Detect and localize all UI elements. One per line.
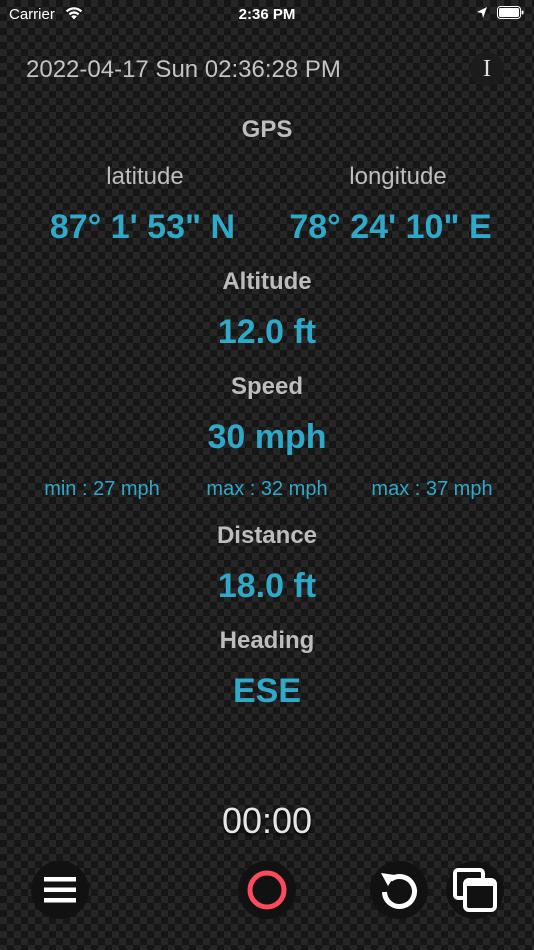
record-circle-icon [247, 870, 287, 910]
latitude-value: 87° 1' 53" N [49, 208, 236, 246]
distance-label: Distance [216, 522, 318, 549]
distance-value: 18.0 ft [217, 567, 317, 605]
battery-icon [497, 5, 525, 25]
current-datetime: 2022-04-17 Sun 02:36:28 PM [26, 56, 341, 83]
reset-arrow-icon [381, 873, 417, 909]
location-arrow-icon [476, 6, 488, 24]
menu-button[interactable] [31, 861, 89, 919]
elapsed-timer: 00:00 [221, 800, 313, 841]
longitude-label: longitude [349, 163, 447, 190]
info-button[interactable]: I [470, 52, 504, 86]
heading-value: ESE [232, 672, 302, 710]
reset-button[interactable] [370, 861, 428, 919]
status-bar: Carrier 2:36 PM [0, 0, 534, 30]
stacked-windows-icon [453, 868, 497, 912]
speed-label: Speed [230, 373, 304, 400]
gps-title: GPS [241, 116, 293, 143]
speed-value: 30 mph [207, 418, 327, 456]
heading-label: Heading [219, 627, 315, 654]
speed-min: min : 27 mph [44, 478, 160, 500]
hamburger-menu-icon [44, 877, 76, 903]
altitude-value: 12.0 ft [217, 313, 317, 351]
speed-max: max : 37 mph [371, 478, 493, 500]
status-time: 2:36 PM [238, 6, 296, 23]
copy-button[interactable] [446, 861, 504, 919]
altitude-label: Altitude [222, 268, 312, 295]
speed-avg: max : 32 mph [206, 478, 328, 500]
longitude-value: 78° 24' 10" E [289, 208, 492, 246]
latitude-label: latitude [106, 163, 184, 190]
record-button[interactable] [238, 861, 296, 919]
